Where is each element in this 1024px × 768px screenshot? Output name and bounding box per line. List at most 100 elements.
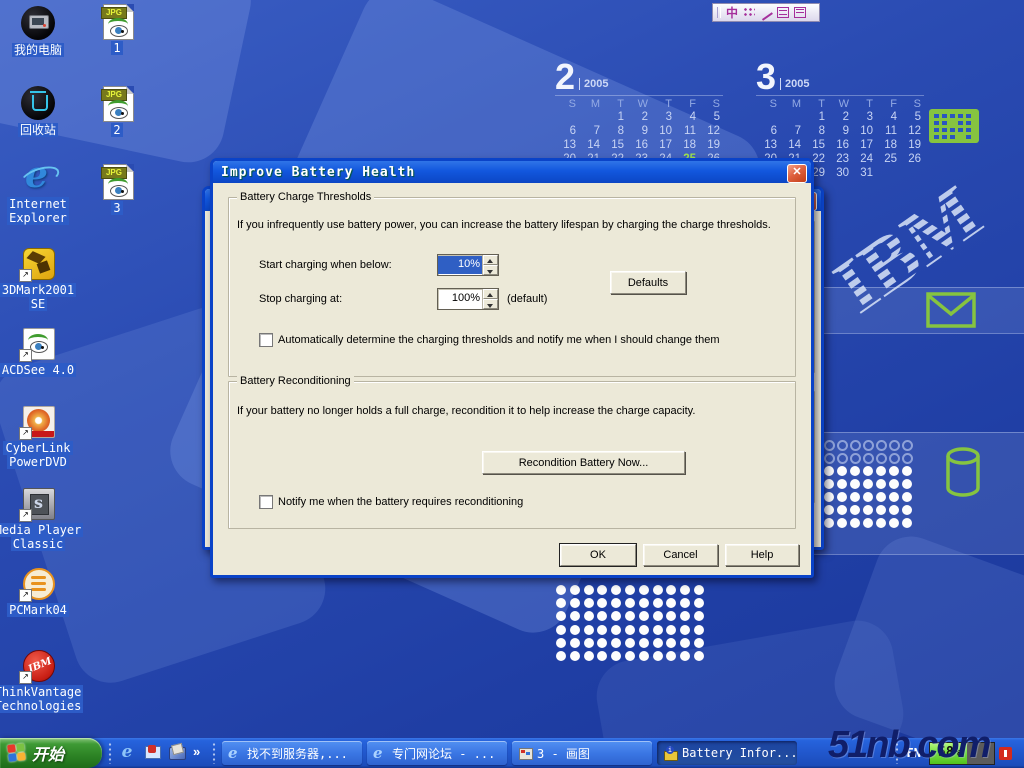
envelope-icon — [926, 292, 976, 328]
ok-button[interactable]: OK — [560, 544, 636, 566]
calendar-weekday: M — [579, 98, 603, 111]
calendar-day: 8 — [804, 125, 828, 139]
tray-alert-icon[interactable] — [999, 747, 1012, 760]
taskbar-task-ie-forum[interactable]: e 专门网论坛 - ... — [367, 741, 507, 765]
start-charging-value[interactable]: 10% — [438, 256, 482, 274]
dialog-body: Battery Charge Thresholds If you infrequ… — [213, 183, 811, 575]
desktop-icon-powerdvd[interactable]: ↗ CyberLink PowerDVD — [0, 404, 84, 469]
dot — [694, 585, 704, 595]
dot — [824, 440, 835, 451]
dot — [653, 598, 663, 608]
battery-percent: 58% — [938, 745, 961, 760]
notify-reconditioning-checkbox[interactable] — [259, 495, 273, 509]
desktop-icon-jpg-1[interactable]: JPG 1 — [92, 4, 142, 55]
auto-determine-checkbox[interactable] — [259, 333, 273, 347]
spinner-up-icon[interactable] — [483, 255, 498, 265]
dot — [625, 611, 635, 621]
calendar-day: 12 — [900, 125, 924, 139]
dot — [597, 638, 607, 648]
defaults-button[interactable]: Defaults — [610, 271, 686, 294]
ime-grip-handle[interactable] — [717, 7, 721, 18]
dot — [611, 611, 621, 621]
dialog-title: Improve Battery Health — [213, 165, 415, 180]
calendar-weekday: S — [900, 98, 924, 111]
calendar-day: 14 — [579, 139, 603, 153]
dot — [850, 466, 860, 476]
dot — [850, 492, 860, 502]
improve-battery-health-dialog: Improve Battery Health ✕ Battery Charge … — [210, 158, 814, 578]
desktop-icon-recycle-bin[interactable]: 回收站 — [0, 86, 84, 137]
calendar-weekday: F — [876, 98, 900, 111]
taskbar-task-ie-server-not-found[interactable]: e 找不到服务器,... — [222, 741, 362, 765]
ime-chinese-indicator[interactable]: 中 — [726, 7, 738, 19]
stop-charging-value[interactable]: 100% — [438, 289, 482, 309]
calendar-day: 10 — [852, 125, 876, 139]
dot — [850, 479, 860, 489]
calendar-day: 14 — [780, 139, 804, 153]
ime-language-bar[interactable]: 中 — [712, 3, 820, 22]
stop-charging-spinner[interactable]: 100% — [437, 288, 499, 310]
spinner-down-icon[interactable] — [483, 299, 498, 309]
calendar-weekday: T — [852, 98, 876, 111]
taskbar-separator[interactable] — [108, 742, 112, 764]
spinner-down-icon[interactable] — [483, 265, 498, 275]
calendar-weekday-header: SMTWTFS — [555, 95, 723, 111]
shortcut-arrow-icon: ↗ — [19, 269, 32, 282]
taskbar-task-battery-information[interactable]: i Battery Infor... — [657, 741, 797, 765]
desktop-icon-internet-explorer[interactable]: e Internet Explorer — [0, 160, 84, 225]
cancel-button[interactable]: Cancel — [643, 544, 718, 566]
dot — [889, 466, 899, 476]
dot — [694, 625, 704, 635]
desktop-icon-3dmark2001[interactable]: ↗ 3DMark2001 SE — [0, 246, 84, 311]
dot — [611, 598, 621, 608]
help-button[interactable]: Help — [725, 544, 799, 566]
dot — [863, 492, 873, 502]
dot — [666, 611, 676, 621]
dialog-titlebar[interactable]: Improve Battery Health ✕ — [213, 161, 811, 183]
quick-launch-ie-icon[interactable]: e — [118, 744, 136, 762]
dot — [584, 611, 594, 621]
auto-determine-label: Automatically determine the charging thr… — [278, 334, 719, 346]
start-charging-spinner[interactable]: 10% — [437, 254, 499, 276]
recondition-battery-button[interactable]: Recondition Battery Now... — [482, 451, 685, 474]
taskbar-separator[interactable] — [895, 742, 899, 764]
spreadsheet-grid-icon — [928, 108, 980, 146]
dot — [570, 611, 580, 621]
close-button[interactable]: ✕ — [787, 164, 807, 183]
desktop-icon-media-player-classic[interactable]: s ↗ Media Player Classic — [0, 486, 84, 551]
ie-icon: e — [228, 746, 242, 760]
dot — [556, 651, 566, 661]
dot — [694, 638, 704, 648]
dot — [597, 625, 607, 635]
dot-pattern — [556, 585, 708, 664]
ime-pen-icon[interactable] — [760, 7, 772, 18]
desktop-icon-my-computer[interactable]: 我的电脑 — [0, 6, 84, 57]
ime-keyboard-icon[interactable] — [777, 7, 789, 18]
desktop-icon-thinkvantage[interactable]: IBM ↗ ThinkVantage Technologies — [0, 648, 84, 713]
desktop-icon-jpg-2[interactable]: JPG 2 — [92, 86, 142, 137]
language-indicator[interactable]: EN — [907, 746, 921, 760]
taskbar-task-paint[interactable]: 3 - 画图 — [512, 741, 652, 765]
ime-fullhalf-icon[interactable] — [743, 7, 755, 18]
desktop-icon-acdsee[interactable]: ↗ ACDSee 4.0 — [0, 326, 84, 377]
taskbar-separator[interactable] — [212, 742, 216, 764]
dot — [625, 598, 635, 608]
icon-label: 1 — [92, 41, 142, 55]
start-button[interactable]: 开始 — [0, 738, 102, 768]
desktop-icon-jpg-3[interactable]: JPG 3 — [92, 164, 142, 215]
quick-launch-outlook-express-icon[interactable] — [143, 744, 161, 762]
battery-meter[interactable]: 58% — [929, 742, 995, 765]
spinner-up-icon[interactable] — [483, 289, 498, 299]
dot — [653, 625, 663, 635]
desktop-icon-pcmark04[interactable]: ↗ PCMark04 — [0, 566, 84, 617]
dot — [694, 598, 704, 608]
calendar-month-number: 2 — [555, 62, 575, 92]
dot — [556, 638, 566, 648]
calendar-day: 24 — [852, 153, 876, 167]
quick-launch-media-icon[interactable] — [168, 744, 186, 762]
jpg-file-icon: JPG — [103, 164, 134, 200]
dot — [570, 651, 580, 661]
ime-menu-icon[interactable] — [794, 7, 806, 18]
quick-launch-overflow-chevron[interactable]: » — [193, 744, 200, 759]
dot — [584, 585, 594, 595]
